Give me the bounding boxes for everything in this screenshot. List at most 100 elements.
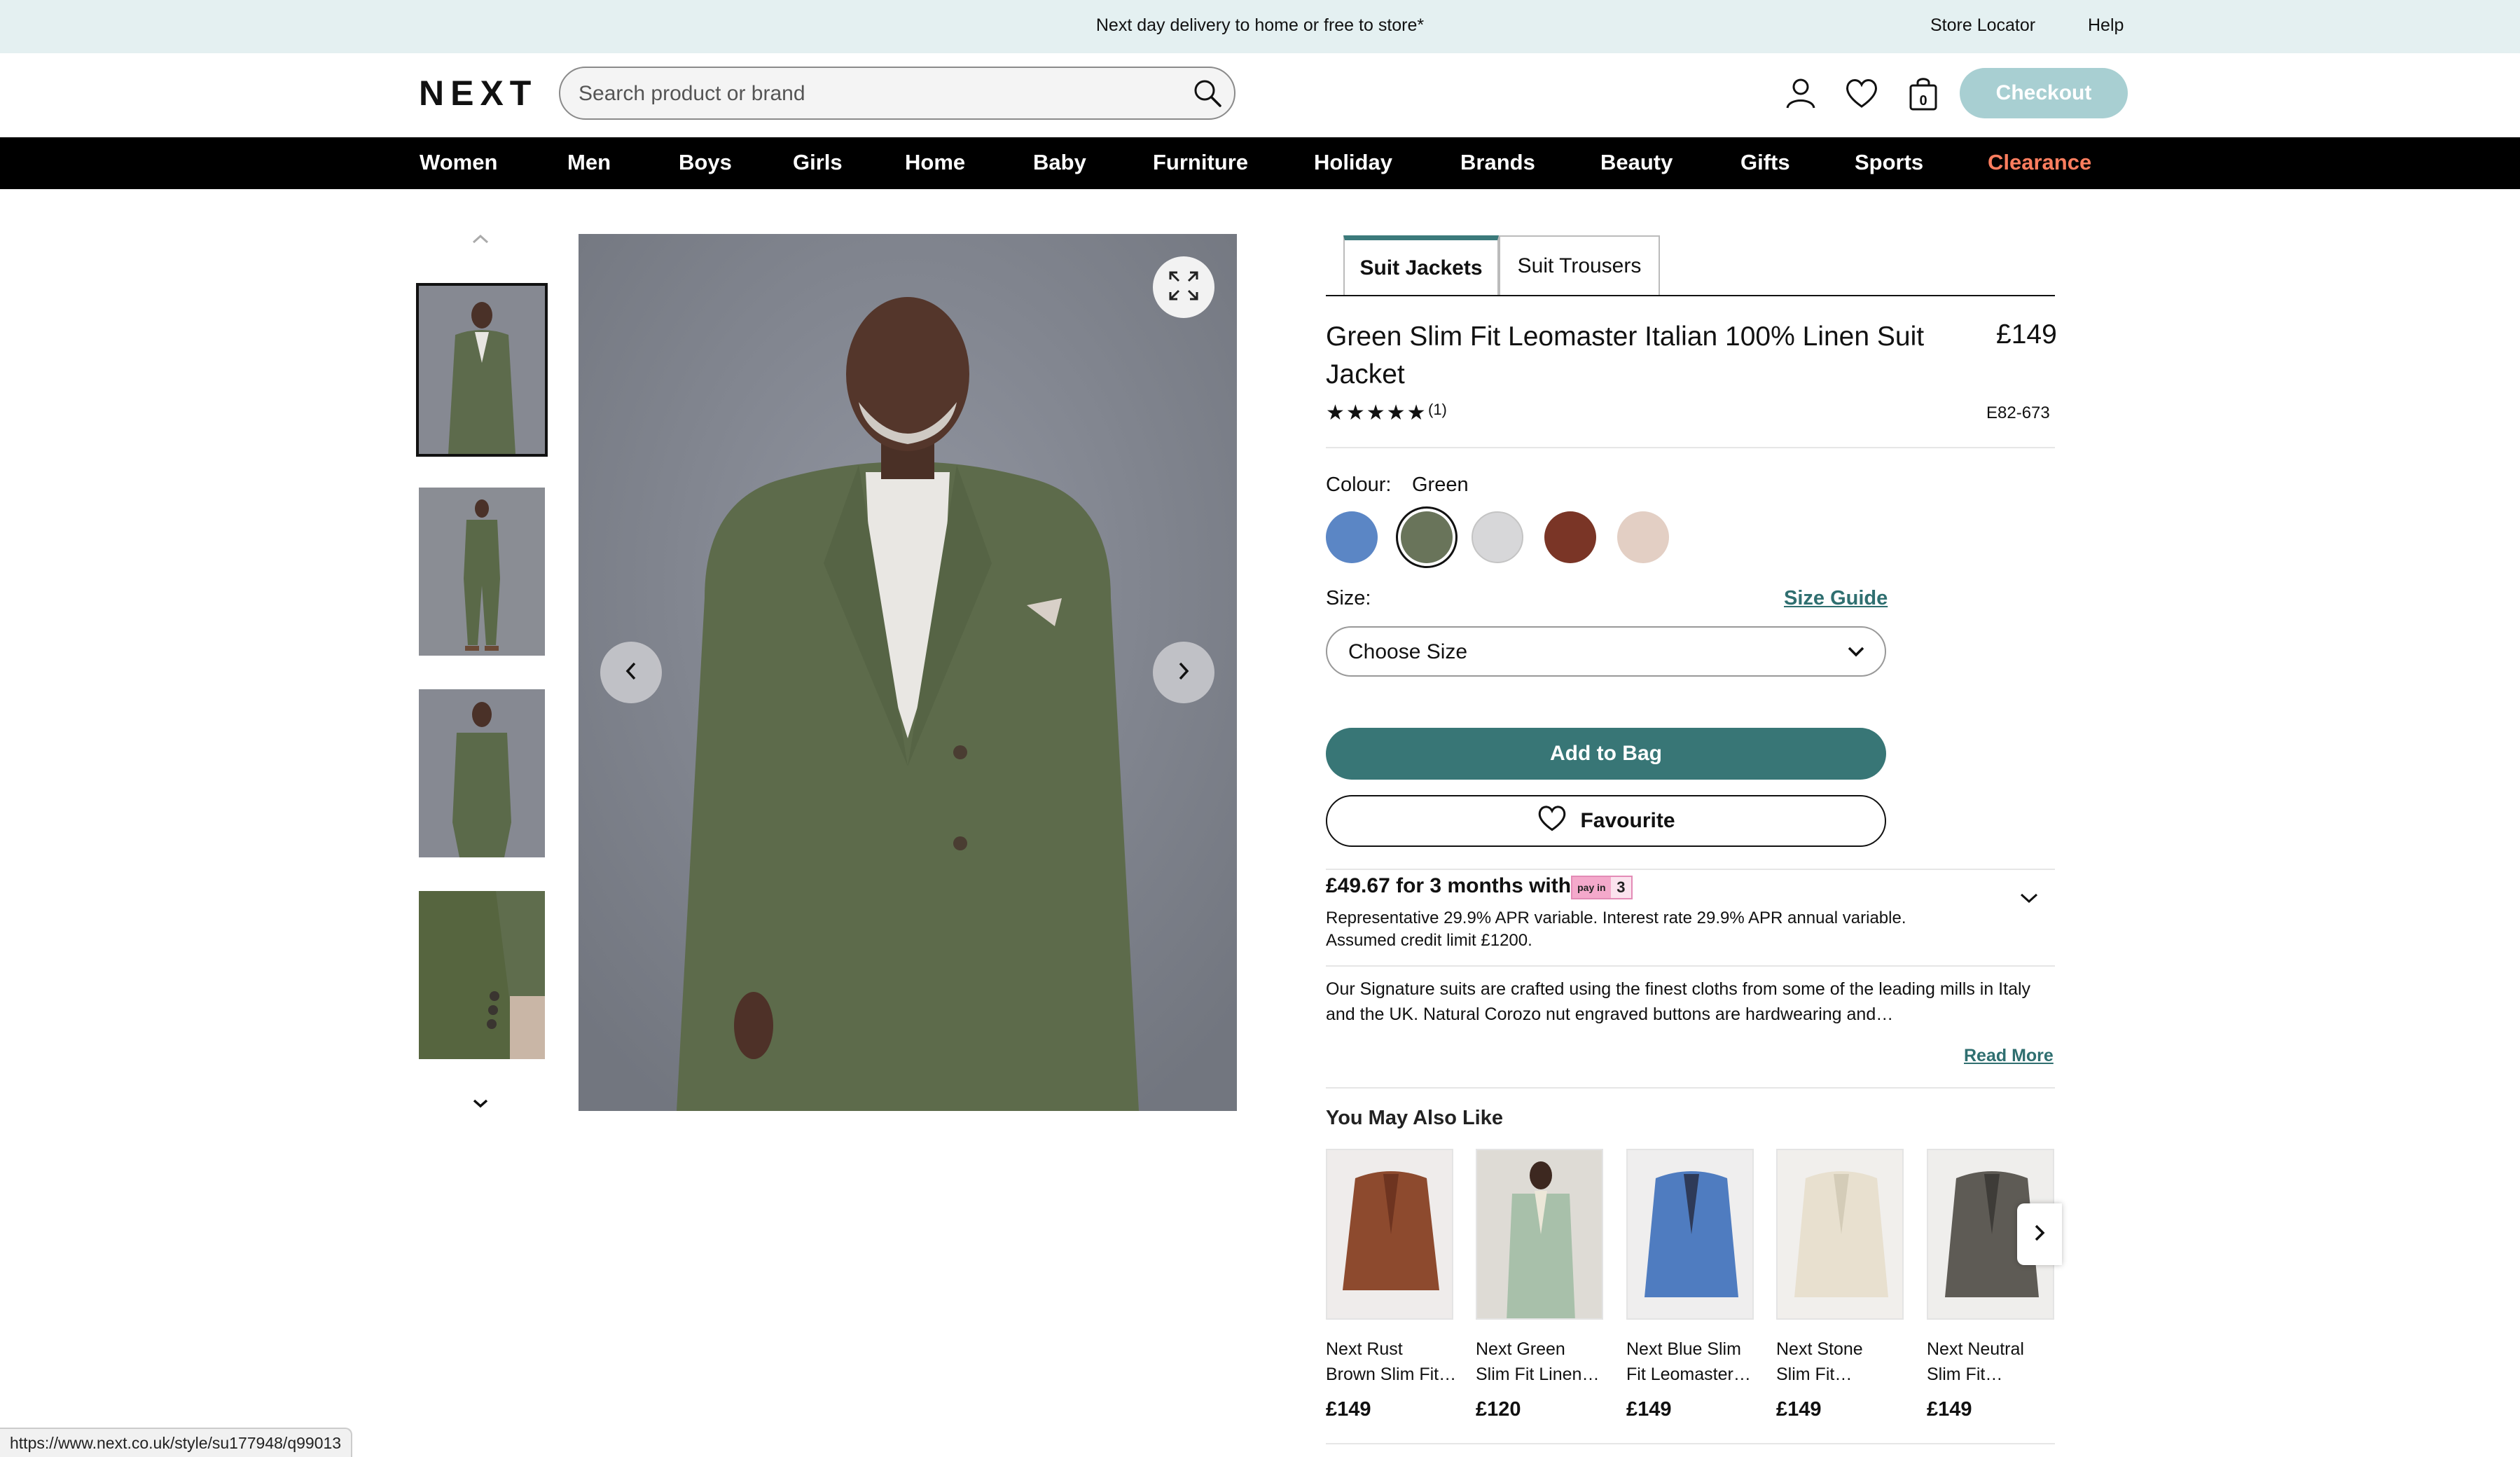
recommendation-name-4[interactable]: Next Stone Slim Fit…	[1776, 1337, 1916, 1387]
swatch-stone[interactable]	[1617, 511, 1669, 563]
recommendation-image-4[interactable]	[1776, 1149, 1904, 1320]
favourites-heart-icon[interactable]	[1843, 76, 1880, 111]
thumbnails-up-chevron-icon[interactable]	[466, 228, 494, 249]
size-label: Size:	[1326, 587, 1371, 609]
chevron-right-icon	[1175, 661, 1192, 685]
chevron-right-icon	[2032, 1222, 2047, 1247]
delivery-banner: Next day delivery to home or free to sto…	[0, 0, 2520, 53]
recommendation-image-3[interactable]	[1626, 1149, 1754, 1320]
search-bar	[559, 67, 1235, 120]
checkout-button[interactable]: Checkout	[1960, 68, 2128, 118]
pay-in-3-badge-right: 3	[1616, 878, 1626, 896]
recommendation-image-1[interactable]	[1326, 1149, 1453, 1320]
expand-image-button[interactable]	[1153, 256, 1214, 318]
recommendation-name-3[interactable]: Next Blue Slim Fit Leomaster…	[1626, 1337, 1766, 1387]
recommendations-title: You May Also Like	[1326, 1107, 1503, 1129]
thumbnail-front-view[interactable]	[416, 283, 548, 457]
recommendation-name-2-line2: Slim Fit Linen…	[1476, 1365, 1600, 1384]
thumbnail-full-length-view[interactable]	[419, 488, 545, 656]
recommendation-name-1-line1: Next Rust	[1326, 1339, 1403, 1359]
nav-women[interactable]: Women	[420, 150, 497, 175]
rating-count[interactable]: (1)	[1428, 401, 1447, 419]
nav-beauty[interactable]: Beauty	[1600, 150, 1673, 175]
favourite-button[interactable]: Favourite	[1326, 795, 1886, 847]
credit-terms-line2: Assumed credit limit £1200.	[1326, 931, 1532, 950]
nav-sports[interactable]: Sports	[1855, 150, 1923, 175]
swatch-rust[interactable]	[1544, 511, 1596, 563]
main-product-image[interactable]	[579, 234, 1237, 1111]
nav-girls[interactable]: Girls	[793, 150, 843, 175]
size-guide-link[interactable]: Size Guide	[1784, 587, 1888, 610]
product-price: £149	[1996, 319, 2057, 350]
nav-furniture[interactable]: Furniture	[1153, 150, 1248, 175]
nav-holiday[interactable]: Holiday	[1314, 150, 1392, 175]
divider	[1326, 1087, 2055, 1089]
product-title: Green Slim Fit Leomaster Italian 100% Li…	[1326, 322, 1925, 389]
recommendation-name-1-line2: Brown Slim Fit…	[1326, 1365, 1457, 1384]
nav-clearance[interactable]: Clearance	[1988, 150, 2091, 175]
help-link[interactable]: Help	[2088, 15, 2124, 36]
recommendation-price-3: £149	[1626, 1398, 1672, 1421]
recommendation-price-1: £149	[1326, 1398, 1371, 1421]
size-select-value: Choose Size	[1348, 640, 1468, 663]
next-logo[interactable]: NEXT	[419, 73, 537, 113]
recommendation-price-5: £149	[1927, 1398, 1972, 1421]
nav-home[interactable]: Home	[905, 150, 965, 175]
item-code: E82-673	[1986, 403, 2050, 422]
recommendation-name-5-line2: Slim Fit…	[1927, 1365, 2003, 1384]
recommendation-name-5-line1: Next Neutral	[1927, 1339, 2024, 1359]
expand-arrows-icon	[1168, 270, 1200, 305]
recommendation-name-1[interactable]: Next Rust Brown Slim Fit…	[1326, 1337, 1466, 1387]
credit-terms-line1: Representative 29.9% APR variable. Inter…	[1326, 909, 1906, 927]
nav-men[interactable]: Men	[567, 150, 611, 175]
bag-count: 0	[1919, 92, 1927, 109]
nav-gifts[interactable]: Gifts	[1740, 150, 1790, 175]
favourite-label: Favourite	[1580, 809, 1675, 832]
thumbnail-sleeve-detail[interactable]	[419, 891, 545, 1059]
divider	[1326, 1443, 2055, 1444]
nav-boys[interactable]: Boys	[679, 150, 732, 175]
recommendation-name-2-line1: Next Green	[1476, 1339, 1565, 1359]
recommendation-price-4: £149	[1776, 1398, 1822, 1421]
tab-suit-trousers[interactable]: Suit Trousers	[1499, 235, 1660, 296]
recommendation-name-3-line1: Next Blue Slim	[1626, 1339, 1741, 1359]
recommendation-name-5[interactable]: Next Neutral Slim Fit…	[1927, 1337, 2067, 1387]
status-bar-url: https://www.next.co.uk/style/su177948/q9…	[0, 1428, 353, 1457]
pay-in-3-badge: pay in 3	[1571, 876, 1633, 899]
thumbnail-back-view[interactable]	[419, 689, 545, 857]
recommendation-image-2[interactable]	[1476, 1149, 1603, 1320]
add-to-bag-button[interactable]: Add to Bag	[1326, 728, 1886, 780]
colour-label: Colour:	[1326, 474, 1392, 496]
previous-image-button[interactable]	[600, 642, 662, 703]
delivery-message: Next day delivery to home or free to sto…	[1095, 15, 1425, 35]
store-locator-link[interactable]: Store Locator	[1930, 15, 2035, 36]
thumbnails-down-chevron-icon[interactable]	[466, 1093, 494, 1114]
credit-offer-title: £49.67 for 3 months with	[1326, 874, 1572, 897]
pay-in-3-badge-left: pay in	[1572, 877, 1611, 898]
divider	[1326, 447, 2055, 448]
product-description: Our Signature suits are crafted using th…	[1326, 979, 2031, 1024]
tab-underline	[1326, 295, 2055, 296]
swatch-blue[interactable]	[1326, 511, 1378, 563]
search-icon[interactable]	[1191, 76, 1224, 110]
shopping-bag-icon[interactable]: 0	[1906, 74, 1940, 113]
recommendation-name-4-line2: Slim Fit…	[1776, 1365, 1853, 1384]
recommendation-name-3-line2: Fit Leomaster…	[1626, 1365, 1751, 1384]
next-image-button[interactable]	[1153, 642, 1214, 703]
nav-baby[interactable]: Baby	[1033, 150, 1086, 175]
tab-suit-jackets[interactable]: Suit Jackets	[1343, 235, 1499, 296]
rating-stars[interactable]: ★★★★★	[1326, 401, 1427, 425]
nav-brands[interactable]: Brands	[1460, 150, 1535, 175]
swatch-green[interactable]	[1401, 511, 1453, 563]
account-icon[interactable]	[1783, 76, 1818, 111]
recommendations-next-button[interactable]	[2017, 1203, 2062, 1265]
read-more-link[interactable]: Read More	[1964, 1046, 2054, 1066]
size-select[interactable]: Choose Size	[1326, 626, 1886, 677]
main-navigation: Women Men Boys Girls Home Baby Furniture…	[0, 137, 2520, 189]
search-input[interactable]	[577, 78, 1165, 110]
divider	[1326, 869, 2055, 870]
swatch-light-grey[interactable]	[1472, 511, 1523, 563]
recommendation-name-2[interactable]: Next Green Slim Fit Linen…	[1476, 1337, 1616, 1387]
chevron-left-icon	[623, 661, 639, 685]
recommendation-name-4-line1: Next Stone	[1776, 1339, 1863, 1359]
